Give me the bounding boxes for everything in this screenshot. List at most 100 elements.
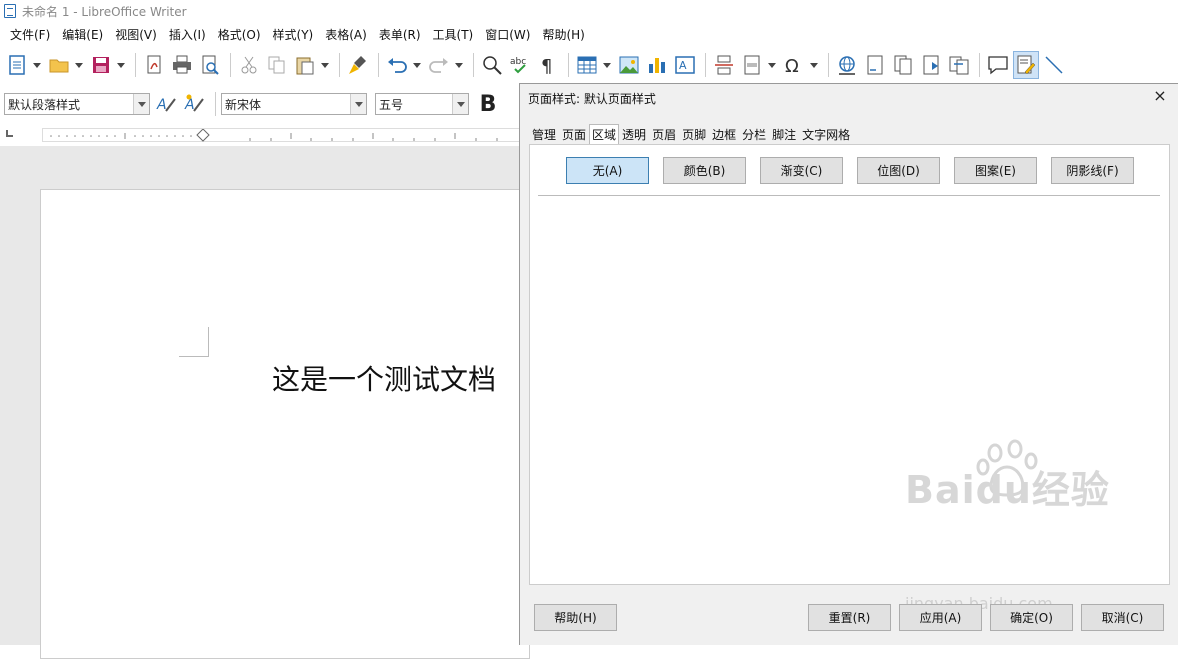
- menu-help[interactable]: 帮助(H): [536, 26, 590, 43]
- insert-line-icon[interactable]: [1041, 51, 1067, 79]
- tab-footnote[interactable]: 脚注: [769, 124, 799, 144]
- cut-icon[interactable]: [236, 51, 262, 79]
- title-bar: 未命名 1 - LibreOffice Writer: [0, 0, 1178, 22]
- document-text[interactable]: 这是一个测试文档: [272, 358, 496, 398]
- special-character-icon[interactable]: Ω: [781, 51, 807, 79]
- new-document-icon[interactable]: [4, 51, 30, 79]
- paste-icon[interactable]: [292, 51, 318, 79]
- copy-icon[interactable]: [264, 51, 290, 79]
- insert-cross-reference-icon[interactable]: [946, 51, 972, 79]
- tab-transparency[interactable]: 透明: [619, 124, 649, 144]
- font-size-combo[interactable]: 五号: [375, 93, 469, 115]
- chevron-down-icon[interactable]: [452, 94, 468, 114]
- close-icon[interactable]: ×: [1152, 88, 1168, 104]
- toolbar-separator: [979, 53, 980, 77]
- new-style-icon[interactable]: A: [182, 90, 208, 118]
- redo-dropdown-icon[interactable]: [454, 51, 464, 79]
- menu-form[interactable]: 表单(R): [373, 26, 427, 43]
- menu-format[interactable]: 格式(O): [212, 26, 267, 43]
- fill-hatching-button[interactable]: 阴影线(F): [1051, 157, 1134, 184]
- print-preview-icon[interactable]: [197, 51, 223, 79]
- ruler-row: [0, 126, 522, 144]
- special-char-dropdown-icon[interactable]: [809, 51, 819, 79]
- redo-icon[interactable]: [426, 51, 452, 79]
- insert-hyperlink-icon[interactable]: [834, 51, 860, 79]
- insert-image-icon[interactable]: [616, 51, 642, 79]
- menu-table[interactable]: 表格(A): [319, 26, 373, 43]
- dialog-tabs: 管理 页面 区域 透明 页眉 页脚 边框 分栏 脚注 文字网格: [529, 124, 853, 145]
- insert-endnote-icon[interactable]: [890, 51, 916, 79]
- paragraph-style-combo[interactable]: 默认段落样式: [4, 93, 150, 115]
- track-changes-icon[interactable]: [1013, 51, 1039, 79]
- bold-button[interactable]: B: [475, 90, 501, 118]
- window-title: 未命名 1 - LibreOffice Writer: [22, 4, 187, 19]
- text-boundary-corner: [179, 327, 209, 357]
- field-dropdown-icon[interactable]: [767, 51, 777, 79]
- fill-none-button[interactable]: 无(A): [566, 157, 649, 184]
- fill-pattern-button[interactable]: 图案(E): [954, 157, 1037, 184]
- fill-gradient-button[interactable]: 渐变(C): [760, 157, 843, 184]
- tab-page[interactable]: 页面: [559, 124, 589, 144]
- paste-dropdown-icon[interactable]: [320, 51, 330, 79]
- insert-field-icon[interactable]: [739, 51, 765, 79]
- table-dropdown-icon[interactable]: [602, 51, 612, 79]
- document-page[interactable]: 这是一个测试文档: [40, 189, 530, 659]
- panel-divider: [538, 195, 1160, 196]
- paragraph-style-value: 默认段落样式: [8, 97, 81, 112]
- tab-footer[interactable]: 页脚: [679, 124, 709, 144]
- tab-text-grid[interactable]: 文字网格: [799, 124, 853, 144]
- update-style-icon[interactable]: A: [154, 90, 180, 118]
- print-icon[interactable]: [169, 51, 195, 79]
- toolbar-separator: [339, 53, 340, 77]
- font-size-value: 五号: [379, 97, 404, 112]
- spelling-icon[interactable]: abc: [507, 51, 533, 79]
- menu-file[interactable]: 文件(F): [4, 26, 56, 43]
- menu-edit[interactable]: 编辑(E): [56, 26, 109, 43]
- undo-dropdown-icon[interactable]: [412, 51, 422, 79]
- svg-text:A: A: [156, 97, 167, 113]
- export-pdf-icon[interactable]: [141, 51, 167, 79]
- insert-page-break-icon[interactable]: [711, 51, 737, 79]
- new-dropdown-icon[interactable]: [32, 51, 42, 79]
- insert-table-icon[interactable]: [574, 51, 600, 79]
- find-replace-icon[interactable]: [479, 51, 505, 79]
- apply-button[interactable]: 应用(A): [899, 604, 982, 631]
- font-name-combo[interactable]: 新宋体: [221, 93, 367, 115]
- standard-toolbar: abc ¶ A Ω: [0, 48, 1178, 82]
- menu-view[interactable]: 视图(V): [109, 26, 163, 43]
- clone-formatting-icon[interactable]: [345, 51, 371, 79]
- reset-button[interactable]: 重置(R): [808, 604, 891, 631]
- menu-insert[interactable]: 插入(I): [163, 26, 212, 43]
- undo-icon[interactable]: [384, 51, 410, 79]
- fill-bitmap-button[interactable]: 位图(D): [857, 157, 940, 184]
- insert-textbox-icon[interactable]: A: [672, 51, 698, 79]
- tab-columns[interactable]: 分栏: [739, 124, 769, 144]
- horizontal-ruler[interactable]: [42, 128, 522, 142]
- tab-organizer[interactable]: 管理: [529, 124, 559, 144]
- save-icon[interactable]: [88, 51, 114, 79]
- insert-comment-icon[interactable]: [985, 51, 1011, 79]
- cancel-button[interactable]: 取消(C): [1081, 604, 1164, 631]
- open-dropdown-icon[interactable]: [74, 51, 84, 79]
- insert-footnote-icon[interactable]: [862, 51, 888, 79]
- menu-styles[interactable]: 样式(Y): [267, 26, 320, 43]
- help-button[interactable]: 帮助(H): [534, 604, 617, 631]
- open-folder-icon[interactable]: [46, 51, 72, 79]
- insert-bookmark-icon[interactable]: [918, 51, 944, 79]
- tab-borders[interactable]: 边框: [709, 124, 739, 144]
- fill-color-button[interactable]: 颜色(B): [663, 157, 746, 184]
- menu-tools[interactable]: 工具(T): [427, 26, 480, 43]
- menu-window[interactable]: 窗口(W): [479, 26, 536, 43]
- ok-button[interactable]: 确定(O): [990, 604, 1073, 631]
- svg-text:Ω: Ω: [785, 56, 799, 76]
- tab-stop-type-icon[interactable]: [6, 130, 13, 137]
- chevron-down-icon[interactable]: [133, 94, 149, 114]
- font-name-value: 新宋体: [225, 97, 262, 112]
- area-tab-panel: 无(A) 颜色(B) 渐变(C) 位图(D) 图案(E) 阴影线(F): [529, 144, 1170, 585]
- save-dropdown-icon[interactable]: [116, 51, 126, 79]
- chevron-down-icon[interactable]: [350, 94, 366, 114]
- tab-area[interactable]: 区域: [589, 124, 620, 145]
- insert-chart-icon[interactable]: [644, 51, 670, 79]
- tab-header[interactable]: 页眉: [649, 124, 679, 144]
- formatting-marks-icon[interactable]: ¶: [535, 51, 561, 79]
